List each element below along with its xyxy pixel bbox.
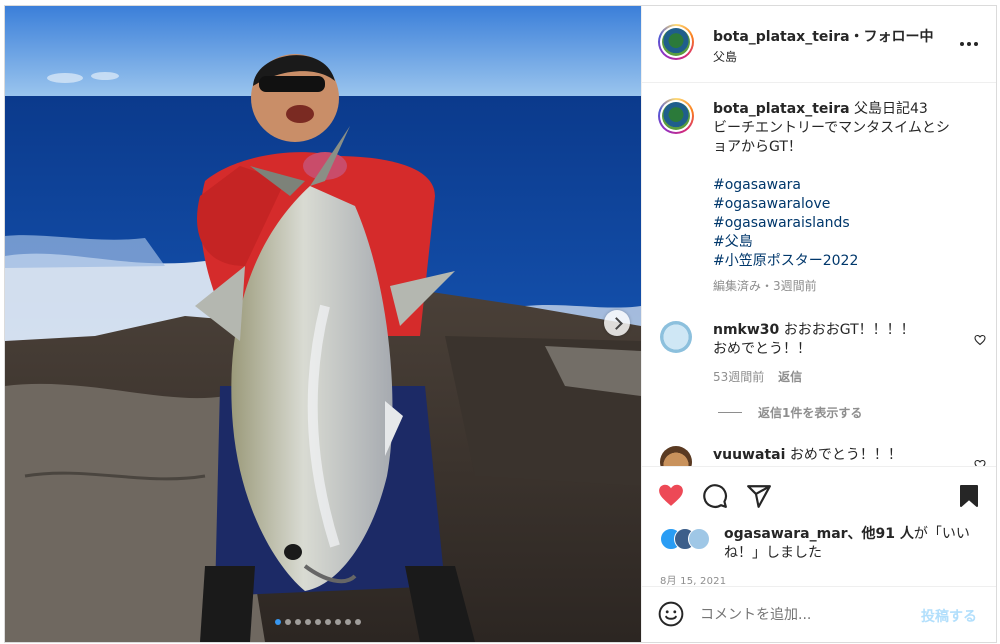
hashtag-link[interactable]: #ogasawara (713, 176, 983, 195)
caption-meta: 編集済み・3週間前 (713, 279, 817, 293)
comment-text: おめでとう！！ (713, 341, 811, 357)
comment-input[interactable] (698, 603, 902, 627)
carousel-dot (285, 619, 291, 625)
caption-text-line: ビーチエントリーでマンタスイムとシ (713, 120, 950, 136)
follow-status[interactable]: ・フォロー中 (850, 29, 934, 45)
carousel-dot (335, 619, 341, 625)
like-heart-icon[interactable] (658, 483, 684, 511)
emoji-smiley-icon[interactable] (658, 601, 684, 631)
carousel-dot (315, 619, 321, 625)
location-link[interactable]: 父島 (713, 48, 737, 65)
carousel-next-button[interactable] (604, 310, 630, 336)
caption-text-line: ョアからGT！ (713, 139, 802, 155)
author-username[interactable]: bota_platax_teira (713, 29, 850, 45)
hashtag-link[interactable]: #ogasawaralove (713, 195, 983, 214)
carousel-dot (355, 619, 361, 625)
view-replies-label: 返信1件を表示する (758, 406, 863, 420)
post-header: bota_platax_teira・フォロー中 父島 (642, 6, 996, 83)
hashtag-link[interactable]: #小笠原ポスター2022 (713, 252, 983, 271)
likes-suffix: が「いい (913, 526, 970, 542)
action-bar (642, 466, 996, 527)
fishing-photo-illustration (5, 6, 641, 642)
reply-button[interactable]: 返信 (778, 370, 802, 384)
carousel-dot (345, 619, 351, 625)
author-avatar[interactable] (658, 24, 694, 60)
post-comment-button[interactable]: 投稿する (921, 606, 977, 626)
comment-like-heart-icon[interactable] (974, 331, 986, 350)
comment-text: おおおおGT！！！！ (783, 322, 915, 338)
commenter-avatar[interactable] (660, 321, 692, 353)
more-horizontal-icon[interactable] (957, 34, 981, 54)
view-replies-button[interactable]: 返信1件を表示する (718, 404, 862, 421)
comment-username[interactable]: vuuwatai (713, 447, 785, 463)
caption-block: bota_platax_teira 父島日記43 ビーチエントリーでマンタスイム… (713, 100, 983, 294)
carousel-dot (295, 619, 301, 625)
author-line: bota_platax_teira・フォロー中 (713, 26, 934, 46)
carousel-dot (275, 619, 281, 625)
comment-time: 53週間前 (713, 370, 765, 384)
comment-text: おめでとう！！！ (789, 447, 902, 463)
comment-bubble-icon[interactable] (702, 483, 728, 513)
caption-title: 父島日記43 (854, 101, 928, 117)
caption-first-line: bota_platax_teira 父島日記43 (713, 100, 983, 119)
likes-suffix: ね！」しました (724, 545, 822, 561)
post-photo[interactable] (5, 6, 641, 642)
post-date: 8月 15, 2021 (660, 576, 727, 587)
comment-username[interactable]: nmkw30 (713, 322, 779, 338)
comment-item: nmkw30 おおおおGT！！！！ おめでとう！！ 53週間前 返信 (713, 321, 953, 385)
carousel-dot (325, 619, 331, 625)
post-side-panel: bota_platax_teira・フォロー中 父島 bota_platax_t… (641, 6, 996, 642)
liker-username[interactable]: ogasawara_mar (724, 526, 848, 542)
share-paper-plane-icon[interactable] (746, 483, 772, 513)
hashtag-link[interactable]: #父島 (713, 233, 983, 252)
likes-others-link[interactable]: 、他91 人 (848, 526, 914, 542)
bookmark-icon[interactable] (959, 484, 979, 512)
likes-summary: ogasawara_mar、他91 人が「いい ね！」しました (724, 525, 986, 563)
hashtag-link[interactable]: #ogasawaraislands (713, 214, 983, 233)
carousel-dots (275, 619, 361, 625)
caption-author-avatar[interactable] (658, 98, 694, 134)
carousel-dot (305, 619, 311, 625)
comment-like-heart-icon[interactable] (974, 456, 986, 466)
add-comment-bar: 投稿する (642, 586, 996, 642)
liker-avatars[interactable] (660, 528, 718, 550)
caption-username[interactable]: bota_platax_teira (713, 101, 850, 117)
comment-item: vuuwatai おめでとう！！！ (713, 446, 953, 466)
commenter-avatar[interactable] (660, 446, 692, 466)
instagram-post-modal: bota_platax_teira・フォロー中 父島 bota_platax_t… (4, 5, 997, 643)
